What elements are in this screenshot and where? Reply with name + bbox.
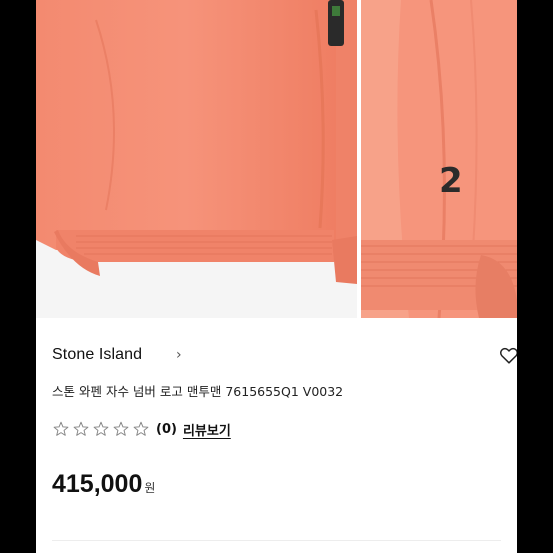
price-row: 415,000 원 [52,470,155,499]
product-panel: 2 Stone Island › 스톤 와펜 자수 넘버 로고 맨투맨 7615… [36,0,517,553]
rating-row: (0) 리뷰보기 [52,418,231,440]
product-detail-image[interactable]: 2 [361,0,517,318]
star-outline-icon [93,421,109,436]
sleeve-detail-illustration: 2 [361,0,517,318]
rating-stars [52,420,150,438]
product-name: 스톤 와펜 자수 넘버 로고 맨투맨 7615655Q1 V0032 [52,384,344,399]
divider [52,540,501,541]
currency: 원 [144,481,156,495]
sweatshirt-illustration [36,0,357,318]
chevron-right-icon[interactable]: › [176,347,182,363]
review-count: (0) [156,421,177,437]
heart-outline-icon[interactable] [498,344,517,366]
detail-number: 2 [439,161,463,201]
brand-name[interactable]: Stone Island [52,346,142,364]
star-outline-icon [73,421,89,436]
star-outline-icon [133,421,149,436]
star-outline-icon [113,421,129,436]
brand-row[interactable]: Stone Island › [52,344,517,370]
product-main-image[interactable] [36,0,357,318]
star-outline-icon [53,421,69,436]
view-reviews-link[interactable]: 리뷰보기 [183,420,231,439]
product-gallery[interactable]: 2 [36,0,517,318]
price: 415,000 [52,470,143,498]
